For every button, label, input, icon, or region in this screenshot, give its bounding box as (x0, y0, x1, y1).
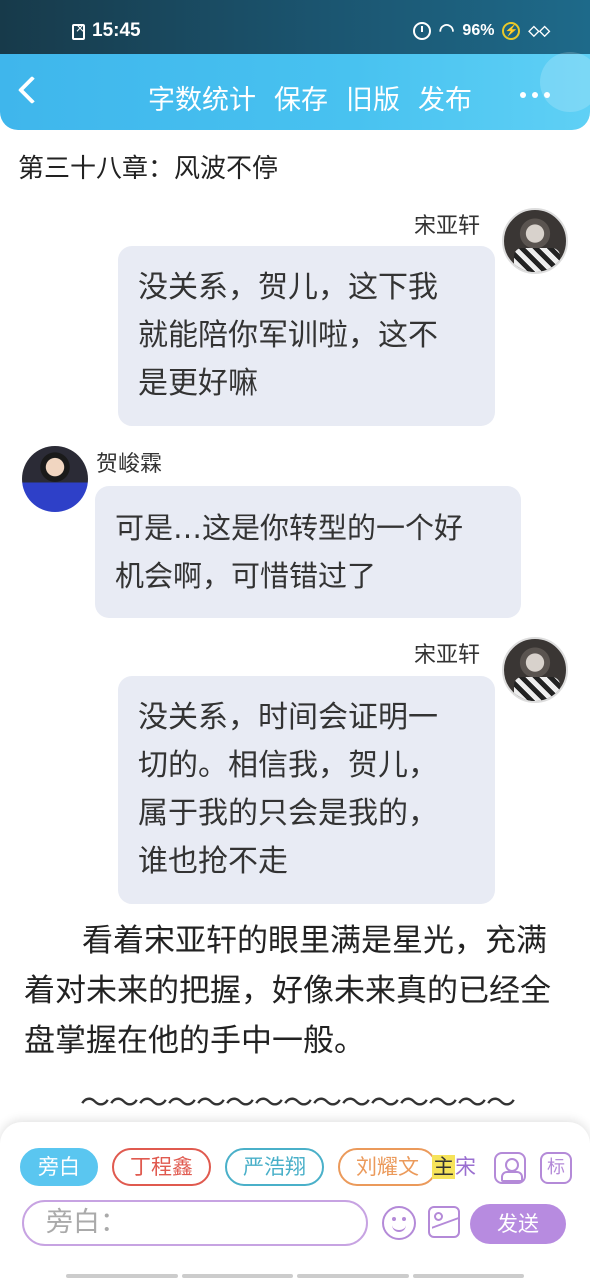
bubble-line: 没关系，时间会证明一 (138, 700, 438, 735)
send-button[interactable]: 发送 (470, 1204, 566, 1244)
role-chip[interactable]: 刘耀文 (338, 1148, 437, 1186)
chat-bubble[interactable]: 没关系，贺儿，这下我 就能陪你军训啦，这不 是更好嘛 (118, 246, 495, 426)
bubble-line: 切的。相信我，贺儿， (138, 748, 438, 783)
charging-icon: ⚡ (502, 21, 521, 40)
chat-bubble[interactable]: 可是…这是你转型的一个好 机会啊，可惜错过了 (95, 486, 521, 618)
candy-icon: ◇◇ (528, 22, 550, 38)
role-chip[interactable]: 严浩翔 (225, 1148, 324, 1186)
role-selector: 旁白 丁程鑫 严浩翔 刘耀文 (20, 1148, 437, 1186)
decor-bubble (540, 52, 590, 112)
chapter-title[interactable]: 第三十八章：风波不停 (18, 148, 278, 185)
home-indicator (66, 1274, 524, 1280)
separator-line: 〜〜〜〜〜〜〜〜〜〜〜〜〜〜〜 (80, 1086, 516, 1121)
narration-paragraph[interactable]: 看着宋亚轩的眼里满是星光，充满着对未来的把握，好像未来真的已经全盘掌握在他的手中… (24, 916, 564, 1066)
alarm-icon (412, 21, 431, 40)
old-version-button[interactable]: 旧版 (346, 78, 400, 117)
save-button[interactable]: 保存 (274, 78, 328, 117)
speaker-name: 宋亚轩 (414, 643, 481, 668)
tag-icon[interactable]: 标 (540, 1152, 572, 1184)
bubble-line: 谁也抢不走 (138, 844, 288, 879)
role-chip[interactable]: 丁程鑫 (112, 1148, 211, 1186)
message-input[interactable]: 旁白： (22, 1200, 368, 1246)
speaker-name: 宋亚轩 (414, 214, 481, 239)
emoji-icon[interactable] (382, 1206, 416, 1240)
bubble-line: 机会啊，可惜错过了 (115, 559, 377, 593)
chat-bubble[interactable]: 没关系，时间会证明一 切的。相信我，贺儿， 属于我的只会是我的， 谁也抢不走 (118, 676, 495, 904)
toolbar-actions: 字数统计 保存 旧版 发布 (148, 78, 472, 117)
wifi-icon: ◠ (438, 20, 455, 40)
status-bar: 15:45 ◠ 96% ⚡ ◇◇ (0, 0, 590, 54)
top-toolbar: 字数统计 保存 旧版 发布 (0, 52, 590, 130)
compose-panel: 旁白 丁程鑫 严浩翔 刘耀文 主宋 标 旁白： 发送 (0, 1122, 590, 1280)
role-chip-narrator[interactable]: 旁白 (20, 1148, 98, 1186)
main-role-marker: 主 (432, 1155, 455, 1179)
bubble-line: 就能陪你军训啦，这不 (138, 318, 438, 353)
bubble-line: 属于我的只会是我的， (138, 796, 438, 831)
person-icon[interactable] (494, 1152, 526, 1184)
speaker-name: 贺峻霖 (96, 452, 163, 477)
role-chip-label: 宋 (455, 1155, 476, 1179)
avatar[interactable] (502, 208, 568, 274)
status-time: 15:45 (92, 20, 141, 41)
sim-card-icon (72, 21, 85, 40)
word-count-button[interactable]: 字数统计 (148, 78, 256, 117)
back-arrow-icon[interactable] (17, 75, 47, 105)
avatar[interactable] (502, 637, 568, 703)
publish-button[interactable]: 发布 (418, 78, 472, 117)
more-options-icon[interactable] (520, 92, 550, 98)
battery-percent: 96% (462, 21, 495, 39)
role-chip-partial[interactable]: 主宋 (432, 1148, 476, 1186)
avatar[interactable] (22, 446, 88, 512)
image-icon[interactable] (428, 1206, 460, 1238)
bubble-line: 可是…这是你转型的一个好 (115, 511, 464, 545)
bubble-line: 没关系，贺儿，这下我 (138, 270, 438, 305)
bubble-line: 是更好嘛 (138, 366, 258, 401)
status-icons: ◠ 96% ⚡ ◇◇ (412, 20, 550, 41)
